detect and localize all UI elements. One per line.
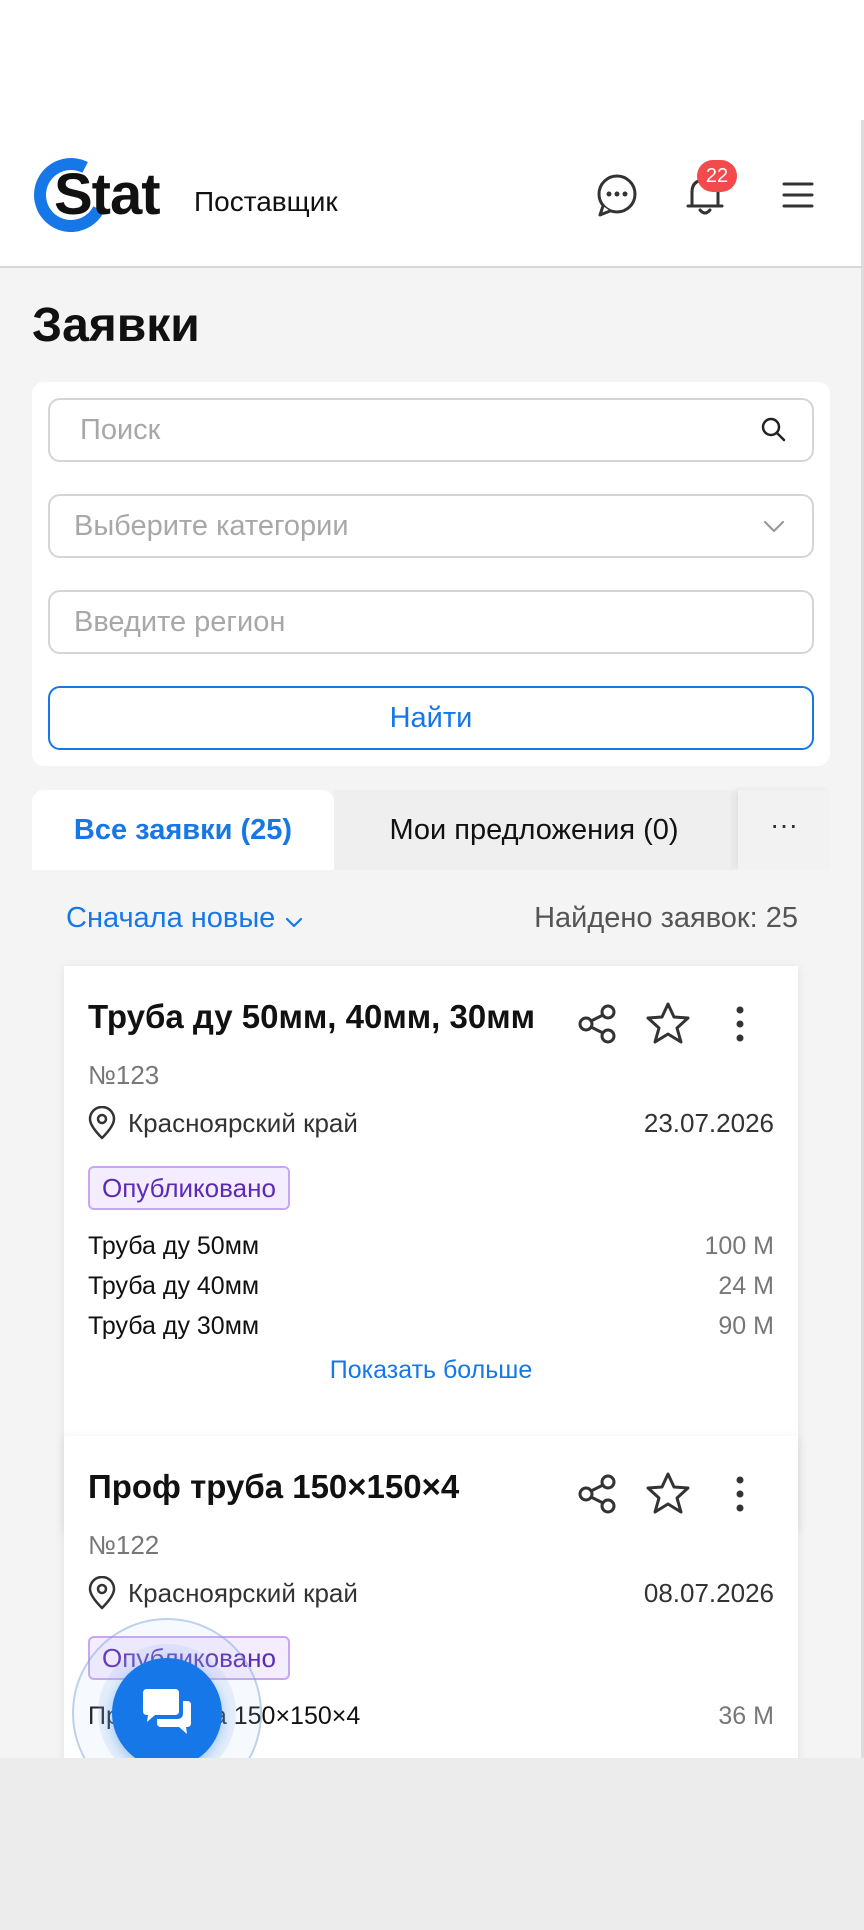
card-title[interactable]: Труба ду 50мм, 40мм, 30мм xyxy=(88,998,535,1036)
app-header: Stat Поставщик 22 xyxy=(0,120,861,268)
category-select[interactable]: Выберите категории xyxy=(48,494,814,558)
location-pin-icon xyxy=(88,1106,116,1140)
found-count: Найдено заявок: 25 xyxy=(534,902,798,934)
chevron-down-icon[interactable] xyxy=(282,910,306,934)
support-chat-button[interactable] xyxy=(112,1658,222,1758)
item-name: Труба ду 40мм xyxy=(88,1272,260,1300)
tabs: Все заявки (25) Мои предложения (0) ··· xyxy=(32,790,830,870)
logo-text: Stat xyxy=(54,162,161,227)
user-role: Поставщик xyxy=(194,186,338,217)
status-badge: Опубликовано xyxy=(88,1166,290,1210)
tab-my-offers[interactable]: Мои предложения (0) xyxy=(334,790,734,870)
filter-panel: Поиск Выберите категории Введите регион … xyxy=(32,382,830,766)
star-icon[interactable] xyxy=(644,1470,692,1518)
location-pin-icon xyxy=(88,1576,116,1610)
search-input[interactable]: Поиск xyxy=(48,398,814,462)
card-number: №122 xyxy=(88,1530,160,1560)
show-more-link[interactable]: Показать больше xyxy=(64,1356,798,1385)
card-region: Красноярский край xyxy=(128,1578,358,1608)
card-date: 08.07.2026 xyxy=(643,1578,774,1608)
card-region: Красноярский край xyxy=(128,1108,358,1138)
tab-all-requests[interactable]: Все заявки (25) xyxy=(32,790,334,870)
category-placeholder: Выберите категории xyxy=(74,510,349,542)
chat-bubbles-icon xyxy=(143,1689,191,1734)
sort-dropdown[interactable]: Сначала новые xyxy=(66,902,275,935)
region-placeholder: Введите регион xyxy=(74,606,286,638)
share-icon[interactable] xyxy=(574,1470,622,1518)
chevron-down-icon xyxy=(763,520,785,533)
item-name: Труба ду 50мм xyxy=(88,1232,260,1260)
item-quantity: 36 М xyxy=(718,1702,774,1730)
item-quantity: 90 М xyxy=(718,1312,774,1340)
more-vertical-icon[interactable] xyxy=(716,1470,764,1518)
notification-badge: 22 xyxy=(697,160,737,192)
page-title: Заявки xyxy=(32,299,200,352)
item-quantity: 24 М xyxy=(718,1272,774,1300)
bottom-area xyxy=(0,1758,864,1930)
item-name: Труба ду 30мм xyxy=(88,1312,260,1340)
card-number: №123 xyxy=(88,1060,160,1090)
share-icon[interactable] xyxy=(574,1000,622,1048)
chat-icon[interactable] xyxy=(592,170,642,220)
find-button[interactable]: Найти xyxy=(48,686,814,750)
logo[interactable]: Stat xyxy=(24,148,164,242)
item-quantity: 100 М xyxy=(704,1232,774,1260)
search-placeholder: Поиск xyxy=(80,414,161,446)
search-icon[interactable] xyxy=(758,414,790,446)
hamburger-menu-icon[interactable] xyxy=(772,170,822,220)
tabs-more-button[interactable]: ··· xyxy=(738,790,830,870)
star-icon[interactable] xyxy=(644,1000,692,1048)
card-date: 23.07.2026 xyxy=(643,1108,774,1138)
status-area xyxy=(0,0,864,120)
more-vertical-icon[interactable] xyxy=(716,1000,764,1048)
app-viewport: Stat Поставщик 22 Заявки Поиск Выберите … xyxy=(0,120,864,1758)
region-input[interactable]: Введите регион xyxy=(48,590,814,654)
card-title[interactable]: Проф труба 150×150×4 xyxy=(88,1468,459,1506)
